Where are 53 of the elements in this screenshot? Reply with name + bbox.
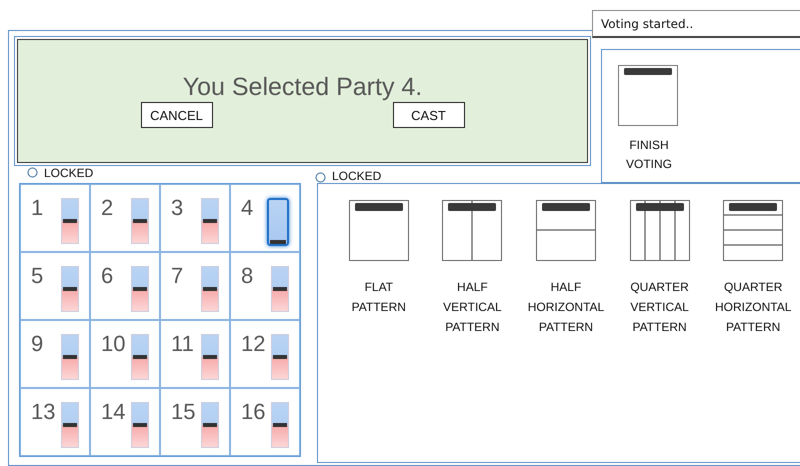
cast-button[interactable]: CAST [392, 102, 464, 128]
finish-label: FINISH VOTING [624, 137, 673, 173]
party-cell[interactable]: 10 [90, 320, 160, 388]
party-number: 4 [241, 195, 254, 221]
party-cell[interactable]: 16 [230, 388, 300, 456]
party-cell[interactable]: 8 [230, 252, 300, 320]
party-cell[interactable]: 7 [160, 252, 230, 320]
party-number: 6 [101, 263, 114, 289]
party-number: 9 [31, 331, 44, 357]
party-cell[interactable]: 12 [230, 320, 300, 388]
pattern-label: QUARTER VERTICAL PATTERN [630, 279, 689, 336]
party-cell[interactable]: 14 [90, 388, 160, 456]
selection-message: You Selected Party 4. [182, 72, 422, 102]
party-lever[interactable] [267, 198, 289, 246]
status-field: Voting started.. [592, 10, 800, 38]
pattern-label: FLAT PATTERN [352, 279, 406, 316]
party-number: 10 [101, 331, 126, 357]
party-cell[interactable]: 1 [20, 184, 90, 252]
radio-icon[interactable] [315, 172, 326, 183]
finish-icon[interactable] [618, 65, 678, 126]
party-number: 8 [241, 263, 254, 289]
party-cell[interactable]: 2 [90, 184, 160, 252]
party-cell[interactable]: 11 [160, 320, 230, 388]
party-number: 7 [171, 263, 184, 289]
party-number: 12 [241, 331, 266, 357]
lock-label: LOCKED [44, 166, 94, 180]
party-number: 3 [171, 195, 184, 221]
pattern-icon[interactable] [348, 200, 409, 261]
pattern-icon[interactable] [536, 200, 596, 261]
radio-icon[interactable] [27, 167, 38, 178]
party-number: 5 [31, 263, 44, 289]
party-number: 2 [101, 195, 114, 221]
pattern-label: QUARTER HORIZONTAL PATTERN [714, 279, 792, 336]
lock-label: LOCKED [332, 169, 382, 183]
pattern-icon[interactable] [630, 200, 690, 261]
party-cell[interactable]: 5 [20, 252, 90, 320]
party-cell[interactable]: 9 [20, 320, 90, 388]
party-cell[interactable]: 4 [230, 184, 300, 252]
party-number: 13 [31, 399, 56, 425]
party-number: 16 [241, 399, 266, 425]
pattern-icon[interactable] [723, 200, 784, 261]
party-number: 15 [171, 399, 196, 425]
party-number: 11 [171, 331, 194, 357]
party-cell[interactable]: 6 [90, 252, 160, 320]
party-cell[interactable]: 15 [160, 388, 230, 456]
cancel-button[interactable]: CANCEL [140, 102, 212, 128]
pattern-icon[interactable] [442, 200, 502, 261]
pattern-label: HALF HORIZONTAL PATTERN [528, 279, 604, 336]
pattern-label: HALF VERTICAL PATTERN [443, 279, 502, 336]
party-number: 14 [101, 399, 126, 425]
party-number: 1 [31, 195, 44, 221]
party-cell[interactable]: 3 [160, 184, 230, 252]
party-cell[interactable]: 13 [20, 388, 90, 456]
